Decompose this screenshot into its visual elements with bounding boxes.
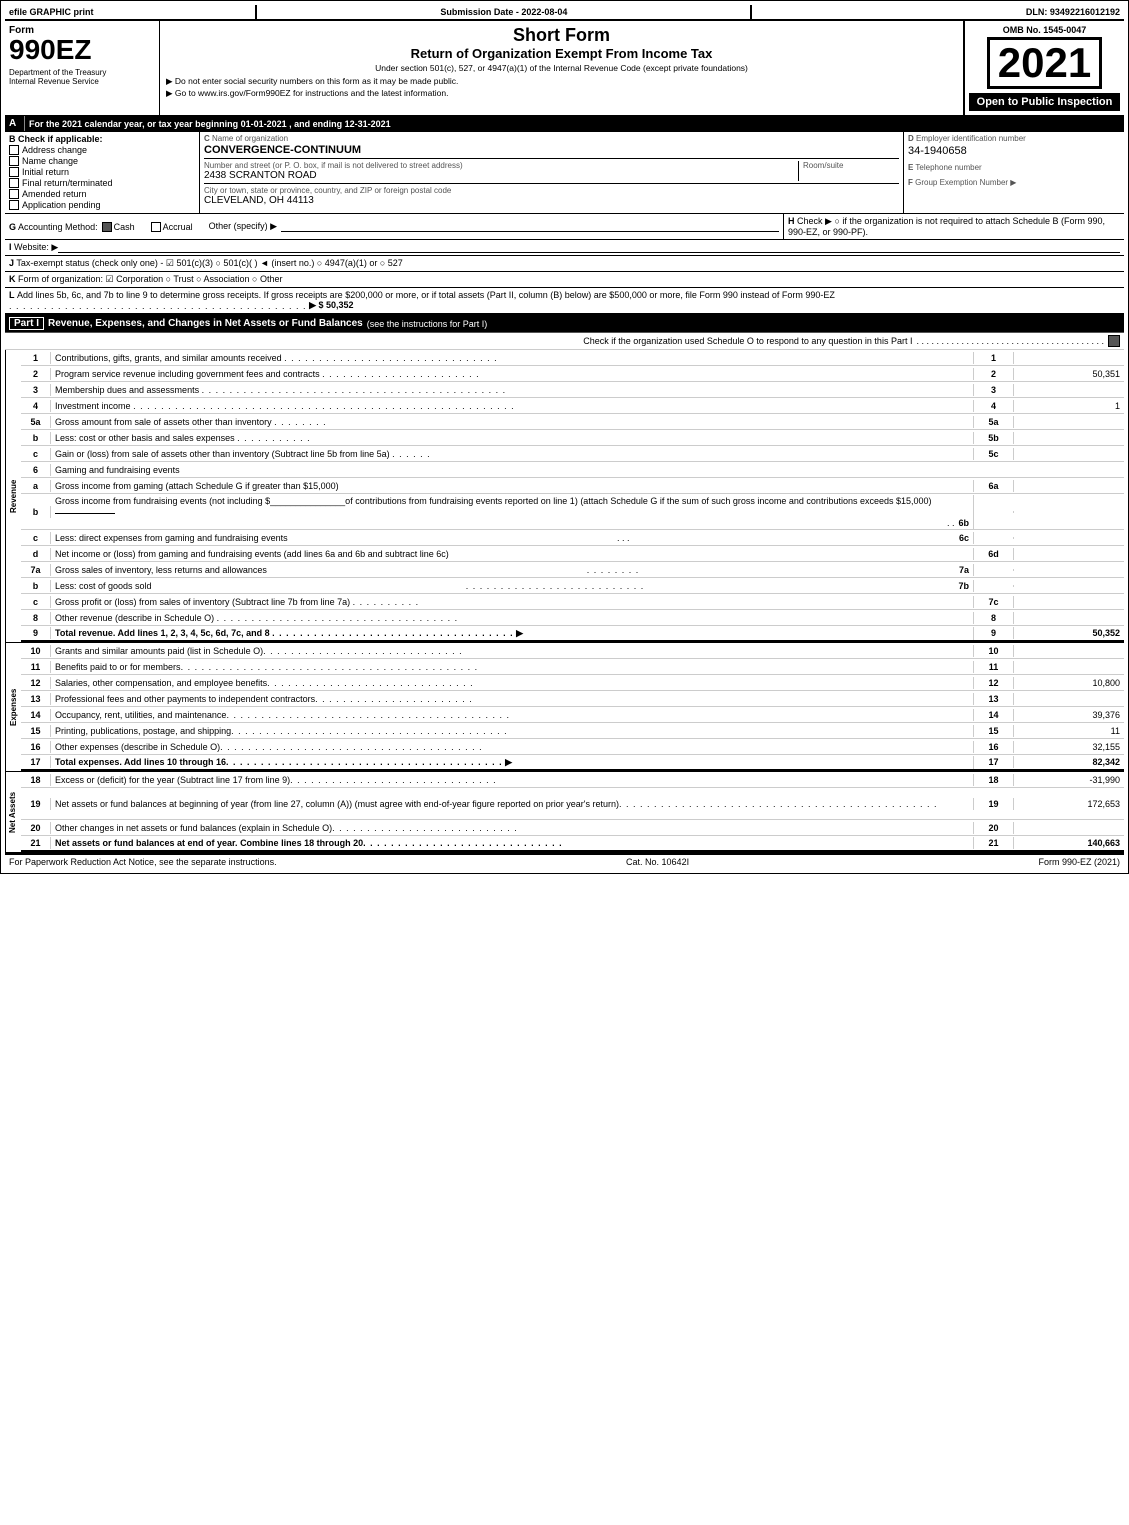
table-row: 6 Gaming and fundraising events — [21, 462, 1124, 478]
cat-no: Cat. No. 10642I — [626, 857, 689, 867]
dln: DLN: 93492216012192 — [752, 5, 1124, 19]
part1-title: Revenue, Expenses, and Changes in Net As… — [48, 318, 363, 329]
form-ref: Form 990-EZ (2021) — [1038, 857, 1120, 867]
accounting-label: G Accounting Method: — [9, 222, 98, 232]
org-name-value: CONVERGENCE-CONTINUUM — [204, 144, 899, 156]
name-change-label: Name change — [22, 156, 78, 166]
table-row: a Gross income from gaming (attach Sched… — [21, 478, 1124, 494]
final-return-checkbox[interactable]: Final return/terminated — [9, 178, 195, 188]
table-row: 12 Salaries, other compensation, and emp… — [21, 675, 1124, 691]
section-b-label: B Check if applicable: — [9, 134, 195, 144]
table-row: 10 Grants and similar amounts paid (list… — [21, 643, 1124, 659]
table-row: b Less: cost or other basis and sales ex… — [21, 430, 1124, 446]
form-title: Short Form — [166, 25, 957, 46]
table-row: 8 Other revenue (describe in Schedule O)… — [21, 610, 1124, 626]
part1-see-instructions: (see the instructions for Part I) — [367, 319, 488, 329]
address-value: 2438 SCRANTON ROAD — [204, 170, 794, 181]
cash-checkbox[interactable]: Cash — [102, 222, 135, 232]
footer: For Paperwork Reduction Act Notice, see … — [5, 853, 1124, 869]
city-value: CLEVELAND, OH 44113 — [204, 195, 899, 206]
efile-label: efile GRAPHIC print — [5, 5, 257, 19]
table-row: c Gross profit or (loss) from sales of i… — [21, 594, 1124, 610]
city-label: City or town, state or province, country… — [204, 186, 899, 195]
revenue-side-label: Revenue — [5, 350, 21, 642]
table-row: 19 Net assets or fund balances at beginn… — [21, 788, 1124, 820]
k-row: K Form of organization: ☑ Corporation ○ … — [5, 272, 1124, 288]
section-a-row: A For the 2021 calendar year, or tax yea… — [5, 116, 1124, 132]
accrual-checkbox[interactable]: Accrual — [151, 222, 193, 232]
ein-value: 34-1940658 — [908, 145, 1120, 157]
under-section: Under section 501(c), 527, or 4947(a)(1)… — [166, 63, 957, 73]
table-row: 21 Net assets or fund balances at end of… — [21, 836, 1124, 852]
check-schedule-o-row: Check if the organization used Schedule … — [5, 333, 1124, 350]
table-row: d Net income or (loss) from gaming and f… — [21, 546, 1124, 562]
cash-label: Cash — [114, 222, 135, 232]
table-row: 9 Total revenue. Add lines 1, 2, 3, 4, 5… — [21, 626, 1124, 642]
schedule-b-label: H Check ▶ ○ if the organization is not r… — [788, 216, 1105, 237]
part1-label: Part I — [9, 317, 44, 330]
net-assets-side-label: Net Assets — [5, 772, 21, 852]
table-row: 3 Membership dues and assessments . . . … — [21, 382, 1124, 398]
expenses-side-label: Expenses — [5, 643, 21, 771]
final-return-label: Final return/terminated — [22, 178, 113, 188]
group-exemption-label: F Group Exemption Number ▶ — [908, 178, 1120, 187]
no-ssn: ▶ Do not enter social security numbers o… — [166, 76, 957, 87]
schedule-o-checkbox[interactable] — [1108, 335, 1120, 347]
j-row: J Tax-exempt status (check only one) - ☑… — [5, 256, 1124, 272]
table-row: b Less: cost of goods sold . . . . . . .… — [21, 578, 1124, 594]
treasury-label: Internal Revenue Service — [9, 77, 155, 86]
dept-label: Department of the Treasury — [9, 68, 155, 77]
table-row: 18 Excess or (deficit) for the year (Sub… — [21, 772, 1124, 788]
open-to-public: Open to Public Inspection — [969, 93, 1120, 111]
amended-return-label: Amended return — [22, 189, 87, 199]
org-name-label: C Name of organization — [204, 134, 899, 143]
address-label: Number and street (or P. O. box, if mail… — [204, 161, 794, 170]
submission-date: Submission Date - 2022-08-04 — [257, 5, 752, 19]
l-row: L Add lines 5b, 6c, and 7b to line 9 to … — [5, 288, 1124, 315]
goto-url[interactable]: ▶ Go to www.irs.gov/Form990EZ for instru… — [166, 88, 957, 99]
table-row: 14 Occupancy, rent, utilities, and maint… — [21, 707, 1124, 723]
table-row: 4 Investment income . . . . . . . . . . … — [21, 398, 1124, 414]
table-row: 2 Program service revenue including gove… — [21, 366, 1124, 382]
paperwork-notice: For Paperwork Reduction Act Notice, see … — [9, 857, 277, 867]
amended-return-checkbox[interactable]: Amended return — [9, 189, 195, 199]
form-subtitle: Return of Organization Exempt From Incom… — [166, 46, 957, 61]
room-label: Room/suite — [803, 161, 899, 170]
other-specify: Other (specify) ▶ — [209, 221, 277, 232]
table-row: 13 Professional fees and other payments … — [21, 691, 1124, 707]
website-row: I Website: ▶ — [5, 240, 1124, 256]
ein-label: D Employer identification number — [908, 134, 1120, 143]
app-pending-label: Application pending — [22, 200, 101, 210]
form-number: 990EZ — [9, 36, 155, 64]
table-row: b Gross income from fundraising events (… — [21, 494, 1124, 530]
table-row: 17 Total expenses. Add lines 10 through … — [21, 755, 1124, 771]
name-change-checkbox[interactable]: Name change — [9, 156, 195, 166]
app-pending-checkbox[interactable]: Application pending — [9, 200, 195, 210]
accrual-label: Accrual — [163, 222, 193, 232]
table-row: 1 Contributions, gifts, grants, and simi… — [21, 350, 1124, 366]
table-row: 15 Printing, publications, postage, and … — [21, 723, 1124, 739]
table-row: 11 Benefits paid to or for members. . . … — [21, 659, 1124, 675]
table-row: 7a Gross sales of inventory, less return… — [21, 562, 1124, 578]
table-row: 20 Other changes in net assets or fund b… — [21, 820, 1124, 836]
initial-return-label: Initial return — [22, 167, 69, 177]
table-row: c Less: direct expenses from gaming and … — [21, 530, 1124, 546]
table-row: 5a Gross amount from sale of assets othe… — [21, 414, 1124, 430]
table-row: 16 Other expenses (describe in Schedule … — [21, 739, 1124, 755]
year-box: 2021 — [987, 37, 1102, 89]
phone-label: E Telephone number — [908, 163, 1120, 172]
address-change-checkbox[interactable]: Address change — [9, 145, 195, 155]
table-row: c Gain or (loss) from sale of assets oth… — [21, 446, 1124, 462]
initial-return-checkbox[interactable]: Initial return — [9, 167, 195, 177]
address-change-label: Address change — [22, 145, 87, 155]
omb-number: OMB No. 1545-0047 — [1003, 25, 1087, 35]
